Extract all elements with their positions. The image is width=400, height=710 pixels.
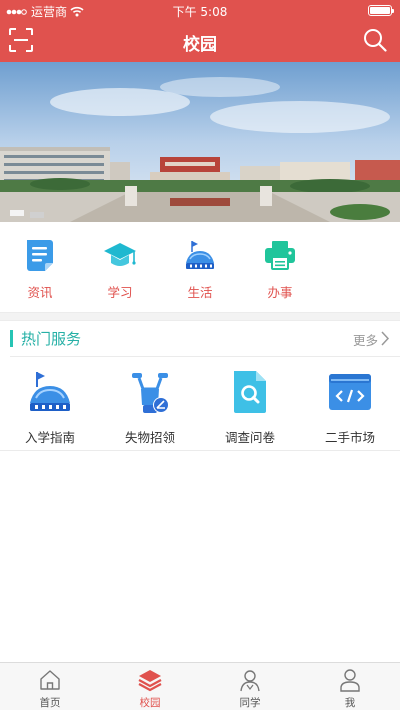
tab-label: 我 bbox=[344, 697, 356, 709]
search-icon[interactable] bbox=[362, 27, 388, 53]
campus-photo bbox=[0, 62, 400, 222]
status-bar: 运营商 下午 5:08 bbox=[0, 0, 400, 20]
tab-label: 校园 bbox=[139, 697, 161, 709]
tab-bar: 首页 校园 同学 我 bbox=[0, 662, 400, 710]
service-second-hand-market[interactable]: 二手市场 bbox=[300, 357, 400, 451]
service-label: 失物招领 bbox=[124, 430, 175, 445]
scooter-icon bbox=[132, 373, 169, 413]
service-lost-and-found[interactable]: 失物招领 bbox=[100, 357, 200, 451]
home-icon bbox=[40, 670, 60, 690]
status-time: 下午 5:08 bbox=[172, 5, 228, 19]
more-link[interactable]: 更多 bbox=[353, 330, 378, 349]
quick-link-news[interactable]: 资讯 bbox=[0, 222, 80, 312]
code-window-icon bbox=[329, 374, 371, 410]
app-screen: 运营商 下午 5:08 校园 资讯 学习 生活 办事 热门服务 更多 入学指南 … bbox=[0, 0, 400, 710]
section-accent-bar bbox=[10, 330, 13, 347]
quick-link-study[interactable]: 学习 bbox=[80, 222, 160, 312]
header: 运营商 下午 5:08 校园 bbox=[0, 0, 400, 62]
service-label: 调查问卷 bbox=[224, 430, 275, 445]
user-icon bbox=[340, 669, 360, 692]
classmates-icon bbox=[240, 670, 260, 692]
quick-link-life[interactable]: 生活 bbox=[160, 222, 240, 312]
hot-services-grid: 入学指南 失物招领 调查问卷 二手市场 bbox=[0, 357, 400, 451]
stadium-icon bbox=[186, 241, 214, 269]
quick-links: 资讯 学习 生活 办事 bbox=[0, 222, 400, 312]
graduation-cap-icon bbox=[104, 243, 136, 266]
tab-home[interactable]: 首页 bbox=[0, 663, 100, 710]
service-label: 入学指南 bbox=[24, 430, 75, 445]
quick-link-label: 办事 bbox=[267, 285, 293, 300]
quick-link-label: 资讯 bbox=[27, 285, 53, 300]
quick-link-label: 生活 bbox=[187, 285, 213, 300]
search-document-icon bbox=[234, 371, 266, 413]
section-separator bbox=[0, 312, 400, 321]
quick-link-label: 学习 bbox=[107, 285, 133, 300]
hot-services-header: 热门服务 更多 bbox=[0, 322, 400, 356]
chevron-right-icon[interactable] bbox=[380, 331, 390, 346]
service-label: 二手市场 bbox=[324, 430, 375, 445]
service-survey[interactable]: 调查问卷 bbox=[200, 357, 300, 451]
section-title: 热门服务 bbox=[21, 330, 82, 348]
page-title: 校园 bbox=[183, 35, 217, 55]
tab-campus[interactable]: 校园 bbox=[100, 663, 200, 710]
quick-link-services[interactable]: 办事 bbox=[240, 222, 320, 312]
campus-banner[interactable] bbox=[0, 62, 400, 222]
stadium-flag-icon bbox=[30, 372, 70, 411]
battery-icon bbox=[368, 5, 394, 16]
tab-me[interactable]: 我 bbox=[300, 663, 400, 710]
layers-icon bbox=[138, 670, 162, 692]
tab-label: 同学 bbox=[239, 697, 261, 709]
printer-icon bbox=[265, 241, 295, 270]
tab-label: 首页 bbox=[39, 697, 61, 709]
tab-classmates[interactable]: 同学 bbox=[200, 663, 300, 710]
document-icon bbox=[27, 240, 53, 271]
service-admission-guide[interactable]: 入学指南 bbox=[0, 357, 100, 451]
